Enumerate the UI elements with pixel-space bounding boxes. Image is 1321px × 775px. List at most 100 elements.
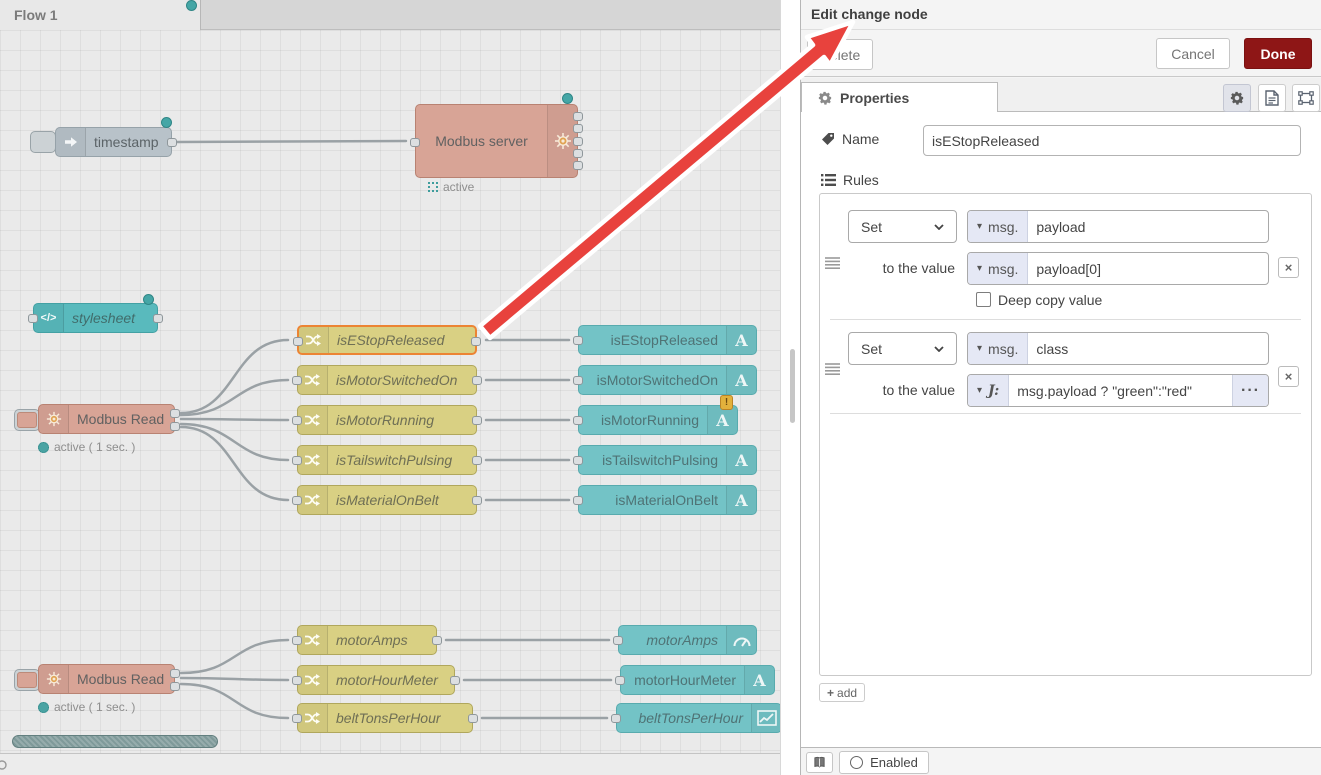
node-modbus-read-2[interactable]: Modbus Read bbox=[38, 664, 175, 694]
value-text[interactable]: payload[0] bbox=[1028, 253, 1268, 284]
type-select-button[interactable]: ▾msg. bbox=[968, 253, 1028, 284]
add-rule-button[interactable]: + add bbox=[819, 683, 865, 702]
output-port[interactable] bbox=[573, 124, 583, 133]
output-port[interactable] bbox=[573, 161, 583, 170]
node-label: isMotorRunning bbox=[579, 412, 707, 428]
text-icon: A bbox=[726, 486, 756, 514]
tab-properties[interactable]: Properties bbox=[801, 82, 998, 113]
node-change-istailswitchpulsing[interactable]: isTailswitchPulsing bbox=[297, 445, 477, 475]
deep-copy-checkbox[interactable] bbox=[976, 292, 991, 307]
node-ui-ismaterialonbelt[interactable]: isMaterialOnBelt A bbox=[578, 485, 757, 515]
node-change-ismotorswitchedon[interactable]: isMotorSwitchedOn bbox=[297, 365, 477, 395]
node-change-motoramps[interactable]: motorAmps bbox=[297, 625, 437, 655]
rule-action-select[interactable]: Set bbox=[848, 332, 957, 365]
input-port[interactable] bbox=[292, 376, 302, 385]
input-port[interactable] bbox=[573, 416, 583, 425]
node-button[interactable] bbox=[14, 669, 40, 691]
change-icon bbox=[298, 446, 328, 474]
input-port[interactable] bbox=[573, 456, 583, 465]
node-label: isTailswitchPulsing bbox=[328, 452, 476, 468]
remove-rule-button[interactable]: × bbox=[1278, 366, 1299, 387]
output-port[interactable] bbox=[170, 422, 180, 431]
node-modbus-server[interactable]: Modbus server bbox=[415, 104, 578, 178]
node-change-motorhourmeter[interactable]: motorHourMeter bbox=[297, 665, 455, 695]
node-change-isestopreleased[interactable]: isEStopReleased bbox=[297, 325, 477, 355]
output-port[interactable] bbox=[573, 112, 583, 121]
node-ui-ismotorswitchedon[interactable]: isMotorSwitchedOn A bbox=[578, 365, 757, 395]
node-modbus-read-1[interactable]: Modbus Read bbox=[38, 404, 175, 434]
appearance-view-button[interactable] bbox=[1292, 84, 1320, 112]
output-port[interactable] bbox=[472, 416, 482, 425]
output-port[interactable] bbox=[468, 714, 478, 723]
tab-flow-1[interactable]: Flow 1 bbox=[0, 0, 201, 30]
input-port[interactable] bbox=[293, 337, 303, 346]
value-text[interactable]: msg.payload ? "green":"red" bbox=[1009, 375, 1232, 406]
cancel-button[interactable]: Cancel bbox=[1156, 38, 1230, 69]
input-port[interactable] bbox=[573, 496, 583, 505]
input-port[interactable] bbox=[573, 376, 583, 385]
input-port[interactable] bbox=[613, 636, 623, 645]
output-port[interactable] bbox=[170, 669, 180, 678]
input-port[interactable] bbox=[292, 496, 302, 505]
input-port[interactable] bbox=[410, 138, 420, 147]
output-port[interactable] bbox=[170, 409, 180, 418]
delete-button[interactable]: Delete bbox=[807, 39, 873, 70]
output-port[interactable] bbox=[432, 636, 442, 645]
node-ui-istailswitchpulsing[interactable]: isTailswitchPulsing A bbox=[578, 445, 757, 475]
node-stylesheet[interactable]: </> stylesheet bbox=[33, 303, 158, 333]
node-ui-motorhourmeter[interactable]: motorHourMeter A bbox=[620, 665, 775, 695]
input-port[interactable] bbox=[615, 676, 625, 685]
type-select-button[interactable]: ▾msg. bbox=[968, 333, 1028, 364]
input-port[interactable] bbox=[292, 714, 302, 723]
input-port[interactable] bbox=[573, 336, 583, 345]
input-port[interactable] bbox=[611, 714, 621, 723]
remove-rule-button[interactable]: × bbox=[1278, 257, 1299, 278]
node-change-ismotorrunning[interactable]: isMotorRunning bbox=[297, 405, 477, 435]
name-input[interactable] bbox=[923, 125, 1301, 156]
node-info-button[interactable] bbox=[806, 752, 833, 773]
output-port[interactable] bbox=[170, 682, 180, 691]
properties-view-button[interactable] bbox=[1223, 84, 1251, 112]
input-port[interactable] bbox=[28, 314, 38, 323]
output-port[interactable] bbox=[472, 376, 482, 385]
input-port[interactable] bbox=[292, 636, 302, 645]
inject-button[interactable] bbox=[30, 131, 56, 153]
plus-icon: + bbox=[827, 686, 834, 700]
property-value[interactable]: class bbox=[1028, 333, 1268, 364]
node-button[interactable] bbox=[14, 409, 40, 431]
rule-value-input[interactable]: ▾msg. payload[0] bbox=[967, 252, 1269, 285]
rule-action-select[interactable]: Set bbox=[848, 210, 957, 243]
rule-value-input[interactable]: ▾J: msg.payload ? "green":"red" ··· bbox=[967, 374, 1269, 407]
input-port[interactable] bbox=[292, 456, 302, 465]
done-button[interactable]: Done bbox=[1244, 38, 1312, 69]
node-ui-motoramps[interactable]: motorAmps bbox=[618, 625, 757, 655]
output-port[interactable] bbox=[472, 496, 482, 505]
property-value[interactable]: payload bbox=[1028, 211, 1268, 242]
node-ui-isestopreleased[interactable]: isEStopReleased A bbox=[578, 325, 757, 355]
description-view-button[interactable] bbox=[1258, 84, 1286, 112]
rule-property-input[interactable]: ▾msg. class bbox=[967, 332, 1269, 365]
vertical-scrollbar[interactable] bbox=[790, 349, 795, 423]
rule-property-input[interactable]: ▾msg. payload bbox=[967, 210, 1269, 243]
changed-dot bbox=[161, 117, 172, 128]
type-select-button[interactable]: ▾J: bbox=[968, 375, 1009, 406]
output-port[interactable] bbox=[573, 149, 583, 158]
input-port[interactable] bbox=[292, 416, 302, 425]
node-timestamp[interactable]: timestamp bbox=[55, 127, 172, 157]
output-port[interactable] bbox=[153, 314, 163, 323]
enabled-toggle[interactable]: Enabled bbox=[839, 751, 929, 774]
output-port[interactable] bbox=[450, 676, 460, 685]
node-change-ismaterialonbelt[interactable]: isMaterialOnBelt bbox=[297, 485, 477, 515]
output-port[interactable] bbox=[472, 456, 482, 465]
node-ui-belttonsperhour[interactable]: beltTonsPerHour bbox=[616, 703, 780, 733]
input-port[interactable] bbox=[292, 676, 302, 685]
horizontal-scrollbar[interactable] bbox=[12, 735, 218, 748]
flow-canvas[interactable]: timestamp Modbus server active </> style… bbox=[0, 0, 780, 775]
node-ui-ismotorrunning[interactable]: isMotorRunning A bbox=[578, 405, 738, 435]
expand-expression-button[interactable]: ··· bbox=[1232, 375, 1268, 406]
node-change-belttonsperhour[interactable]: beltTonsPerHour bbox=[297, 703, 473, 733]
output-port[interactable] bbox=[167, 138, 177, 147]
type-select-button[interactable]: ▾msg. bbox=[968, 211, 1028, 242]
output-port[interactable] bbox=[573, 137, 583, 146]
output-port[interactable] bbox=[471, 337, 481, 346]
